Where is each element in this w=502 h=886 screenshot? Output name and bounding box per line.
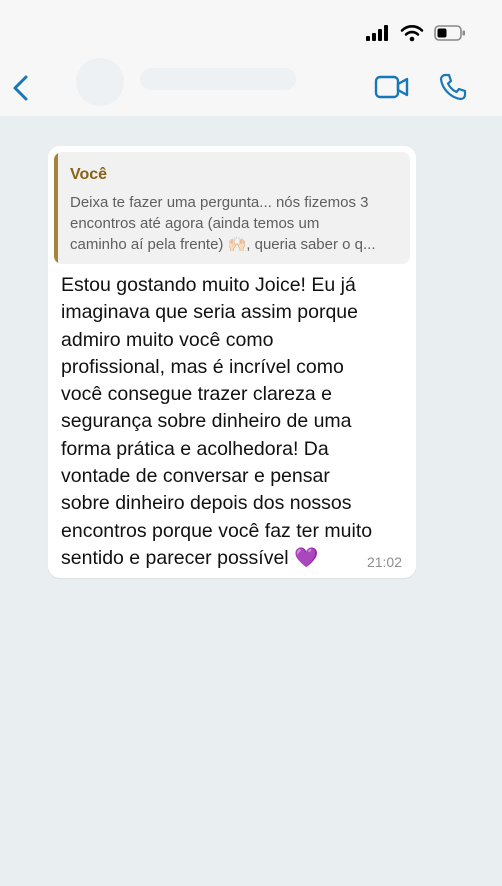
cellular-signal-icon bbox=[366, 25, 388, 41]
contact-name[interactable] bbox=[140, 68, 296, 90]
status-bar bbox=[0, 0, 502, 60]
chat-area: Você Deixa te fazer uma pergunta... nós … bbox=[0, 116, 502, 886]
message-bubble[interactable]: Você Deixa te fazer uma pergunta... nós … bbox=[48, 146, 416, 578]
message-text: Estou gostando muito Joice! Eu já imagin… bbox=[61, 274, 373, 569]
video-camera-icon[interactable] bbox=[374, 74, 410, 100]
avatar[interactable] bbox=[76, 58, 124, 106]
wifi-icon bbox=[400, 25, 424, 42]
quoted-message[interactable]: Você Deixa te fazer uma pergunta... nós … bbox=[54, 152, 410, 264]
message-time: 21:02 bbox=[366, 554, 402, 570]
quote-author: Você bbox=[70, 166, 108, 183]
chevron-left-icon[interactable] bbox=[8, 72, 36, 104]
status-icons bbox=[366, 24, 466, 42]
phone-icon[interactable] bbox=[438, 72, 468, 102]
battery-icon bbox=[434, 25, 465, 41]
quote-bar bbox=[54, 152, 58, 264]
chat-header bbox=[0, 58, 502, 117]
quote-text: Deixa te fazer uma pergunta... nós fizem… bbox=[70, 194, 376, 253]
